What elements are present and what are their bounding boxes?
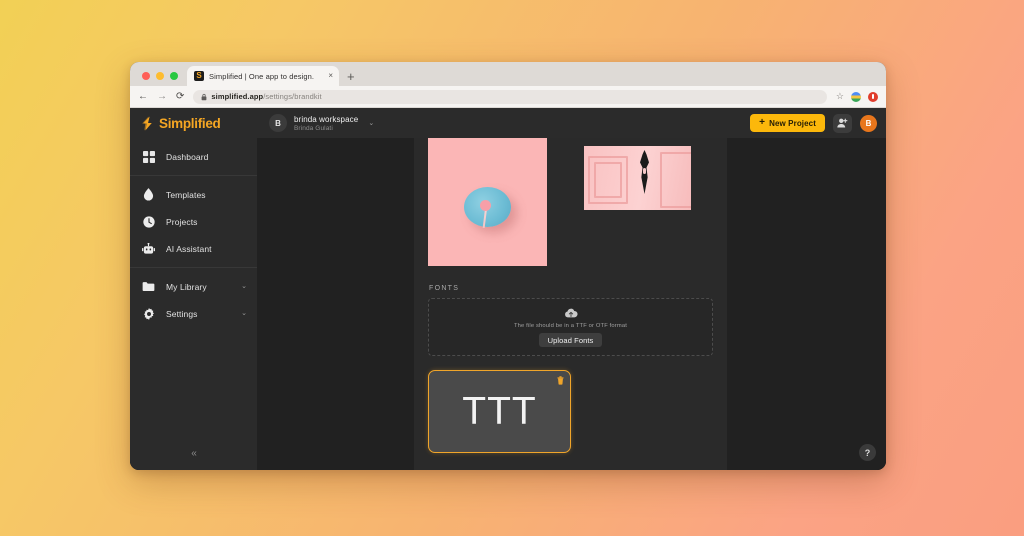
app-main: B brinda workspace Brinda Gulati ⌄ + New… [257, 108, 886, 470]
address-bar[interactable]: simplified.app/settings/brandkit [193, 89, 827, 104]
reload-icon[interactable]: ⟳ [176, 91, 184, 102]
close-tab-icon[interactable]: × [328, 72, 333, 80]
window-traffic-lights [138, 72, 187, 86]
extension-icon[interactable] [851, 91, 861, 102]
upload-fonts-button[interactable]: Upload Fonts [538, 333, 603, 347]
brand-images-row [422, 138, 719, 273]
workarea-left-gutter [257, 138, 414, 470]
plus-icon: + [759, 117, 766, 128]
chevron-down-icon[interactable]: ⌄ [241, 283, 247, 290]
user-avatar[interactable]: B [860, 114, 877, 132]
sidebar-item-projects[interactable]: Projects [130, 208, 257, 235]
minimize-window-button[interactable] [156, 72, 164, 80]
sidebar-item-label: Projects [166, 216, 198, 227]
back-icon[interactable]: ← [138, 91, 148, 102]
help-button[interactable]: ? [859, 444, 876, 461]
simplified-bolt-icon [142, 116, 152, 130]
forward-icon[interactable]: → [157, 91, 167, 102]
browser-toolbar: ← → ⟳ simplified.app/settings/brandkit ☆ [130, 86, 886, 108]
simplified-app: Simplified Dashboard Templates Projects … [130, 108, 886, 470]
sidebar-item-templates[interactable]: Templates [130, 181, 257, 208]
workspace-owner: Brinda Gulati [294, 124, 333, 132]
maximize-window-button[interactable] [170, 72, 178, 80]
app-sidebar: Simplified Dashboard Templates Projects … [130, 108, 257, 470]
sidebar-item-ai-assistant[interactable]: AI Assistant [130, 235, 257, 262]
clock-icon [142, 215, 155, 228]
workspace-switcher[interactable]: B brinda workspace Brinda Gulati ⌄ [269, 114, 374, 132]
sidebar-item-settings[interactable]: Settings ⌄ [130, 300, 257, 327]
new-project-button[interactable]: + New Project [750, 114, 825, 132]
door-panel-shape [660, 152, 691, 208]
workspace-avatar: B [269, 114, 287, 132]
workspace-name: brinda workspace [294, 114, 359, 124]
sidebar-item-my-library[interactable]: My Library ⌄ [130, 273, 257, 300]
lock-icon [201, 93, 207, 100]
sidebar-item-label: Templates [166, 189, 206, 200]
url-domain: simplified.app [211, 91, 264, 101]
browser-profile-icon[interactable] [868, 91, 878, 102]
font-preview-text: TTT [462, 390, 537, 433]
upload-fonts-label: Upload Fonts [547, 335, 594, 345]
new-project-label: New Project [769, 118, 816, 128]
collapse-sidebar-button[interactable]: « [191, 448, 196, 459]
workspace-text: brinda workspace Brinda Gulati [294, 115, 358, 132]
font-cards-list: TTT [422, 356, 719, 453]
sidebar-item-label: AI Assistant [166, 243, 212, 254]
dropzone-hint: The file should be in a TTF or OTF forma… [513, 323, 627, 329]
fonts-section-label: FONTS [429, 285, 460, 292]
chevron-down-icon[interactable]: ⌄ [241, 310, 247, 317]
pink-door-handle-image[interactable] [584, 146, 691, 210]
url-path: /settings/brandkit [263, 91, 322, 101]
pink-plate-lollipop-image[interactable] [428, 138, 547, 266]
robot-icon [142, 242, 155, 255]
trash-icon[interactable] [557, 376, 564, 385]
sidebar-group-3: My Library ⌄ Settings ⌄ [130, 267, 257, 332]
brandkit-workarea: FONTS The file should be in a TTF or OTF… [257, 138, 886, 470]
sidebar-item-label: Settings [166, 308, 198, 319]
app-topbar: B brinda workspace Brinda Gulati ⌄ + New… [257, 108, 886, 138]
font-card[interactable]: TTT [428, 370, 571, 453]
workarea-right-gutter [727, 138, 886, 470]
sidebar-group-1: Dashboard [130, 138, 257, 175]
sidebar-item-label: My Library [166, 281, 207, 292]
cloud-upload-icon [564, 308, 578, 318]
lollipop-head-shape [480, 200, 491, 211]
door-keyhole-shape [643, 168, 646, 174]
add-user-icon [837, 118, 848, 128]
url-text: simplified.app/settings/brandkit [211, 93, 321, 101]
logo-text: Simplified [159, 115, 221, 131]
sidebar-item-label: Dashboard [166, 151, 209, 162]
grid-icon [142, 150, 155, 163]
chevron-down-icon[interactable]: ⌄ [368, 119, 374, 127]
tab-title: Simplified | One app to design. [209, 71, 315, 81]
fonts-section: FONTS The file should be in a TTF or OTF… [422, 273, 719, 356]
browser-tabstrip: S Simplified | One app to design. × + [130, 62, 886, 86]
sidebar-group-2: Templates Projects AI Assistant [130, 175, 257, 267]
sidebar-collapse-row: « [130, 436, 257, 470]
door-panel-shape [594, 162, 622, 198]
invite-member-button[interactable] [833, 113, 852, 133]
brandkit-canvas: FONTS The file should be in a TTF or OTF… [414, 138, 727, 470]
favicon-icon: S [194, 71, 204, 81]
browser-window: S Simplified | One app to design. × + ← … [130, 62, 886, 470]
gear-icon [142, 307, 155, 320]
bookmark-star-icon[interactable]: ☆ [836, 92, 844, 101]
font-dropzone[interactable]: The file should be in a TTF or OTF forma… [428, 298, 713, 356]
app-logo[interactable]: Simplified [130, 108, 257, 138]
sidebar-item-dashboard[interactable]: Dashboard [130, 143, 257, 170]
browser-tab[interactable]: S Simplified | One app to design. × [187, 66, 339, 86]
folder-icon [142, 280, 155, 293]
new-tab-button[interactable]: + [347, 70, 355, 86]
close-window-button[interactable] [142, 72, 150, 80]
drop-icon [142, 188, 155, 201]
toolbar-actions: ☆ [836, 91, 878, 102]
